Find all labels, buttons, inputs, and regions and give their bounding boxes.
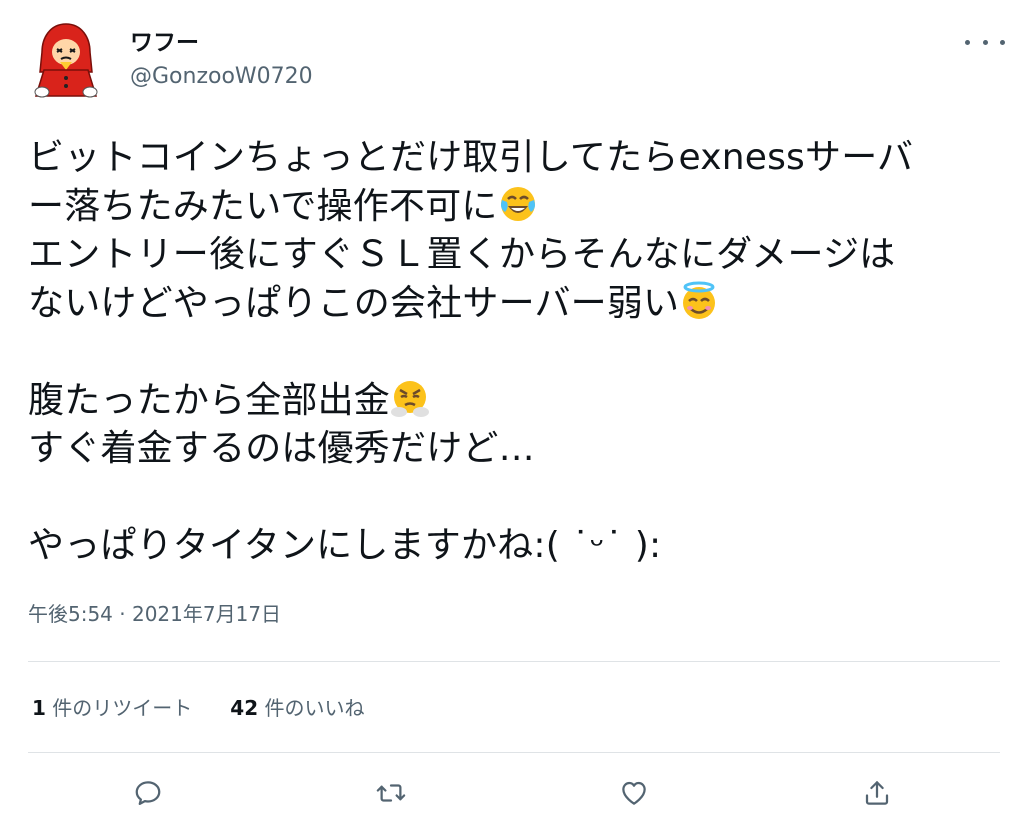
likes-stat[interactable]: 42 件のいいね <box>230 695 364 721</box>
tweet-line: ー落ちたみたいで操作不可に <box>28 183 1003 232</box>
user-handle[interactable]: @GonzooW0720 <box>130 64 313 90</box>
likes-count: 42 <box>230 696 259 720</box>
reply-icon <box>135 781 161 805</box>
tweet-line: ないけどやっぱりこの会社サーバー弱い <box>28 280 1003 329</box>
retweets-count: 1 <box>32 696 46 720</box>
tweet-line: やっぱりタイタンにしますかね:( ˙ᵕ˙ ): <box>28 525 662 566</box>
face-with-steam-from-nose-emoji <box>391 380 430 417</box>
heart-icon <box>622 781 646 805</box>
tweet-text: ビットコインちょっとだけ取引してたらexnessサーバ ー落ちたみたいで操作不可… <box>28 134 1003 571</box>
tweet-actions <box>0 773 1024 817</box>
avatar[interactable] <box>30 20 102 102</box>
reply-button[interactable] <box>128 773 168 813</box>
display-name[interactable]: ワフー <box>130 30 199 56</box>
avatar-image <box>34 23 98 98</box>
share-icon <box>865 781 889 805</box>
divider <box>28 752 1000 753</box>
face-with-tears-of-joy-emoji <box>500 186 535 221</box>
share-button[interactable] <box>857 773 897 813</box>
more-dot-icon <box>965 39 970 45</box>
more-options-button[interactable] <box>965 30 1005 54</box>
tweet-timestamp[interactable]: 午後5:54 · 2021年7月17日 <box>28 601 281 627</box>
likes-label: 件のいいね <box>258 696 365 720</box>
tweet: ワフー @GonzooW0720 ビットコインちょっとだけ取引してたらexnes… <box>0 0 1024 827</box>
smiling-face-with-halo-emoji <box>683 281 716 319</box>
tweet-line: ビットコインちょっとだけ取引してたらexnessサーバ <box>28 137 914 178</box>
retweet-button[interactable] <box>371 773 411 813</box>
more-dot-icon <box>982 39 988 45</box>
divider <box>28 661 1000 662</box>
tweet-line: エントリー後にすぐＳＬ置くからそんなにダメージは <box>28 234 896 275</box>
retweets-label: 件のリツイート <box>45 696 193 720</box>
more-dot-icon <box>1000 39 1005 45</box>
like-button[interactable] <box>614 773 654 813</box>
tweet-line: すぐ着金するのは優秀だけど… <box>28 428 535 469</box>
tweet-line: 腹たったから全部出金 <box>28 377 1003 426</box>
tweet-stats: 1 件のリツイート 42 件のいいね <box>32 695 364 721</box>
retweets-stat[interactable]: 1 件のリツイート <box>32 695 192 721</box>
retweet-icon <box>376 784 406 802</box>
